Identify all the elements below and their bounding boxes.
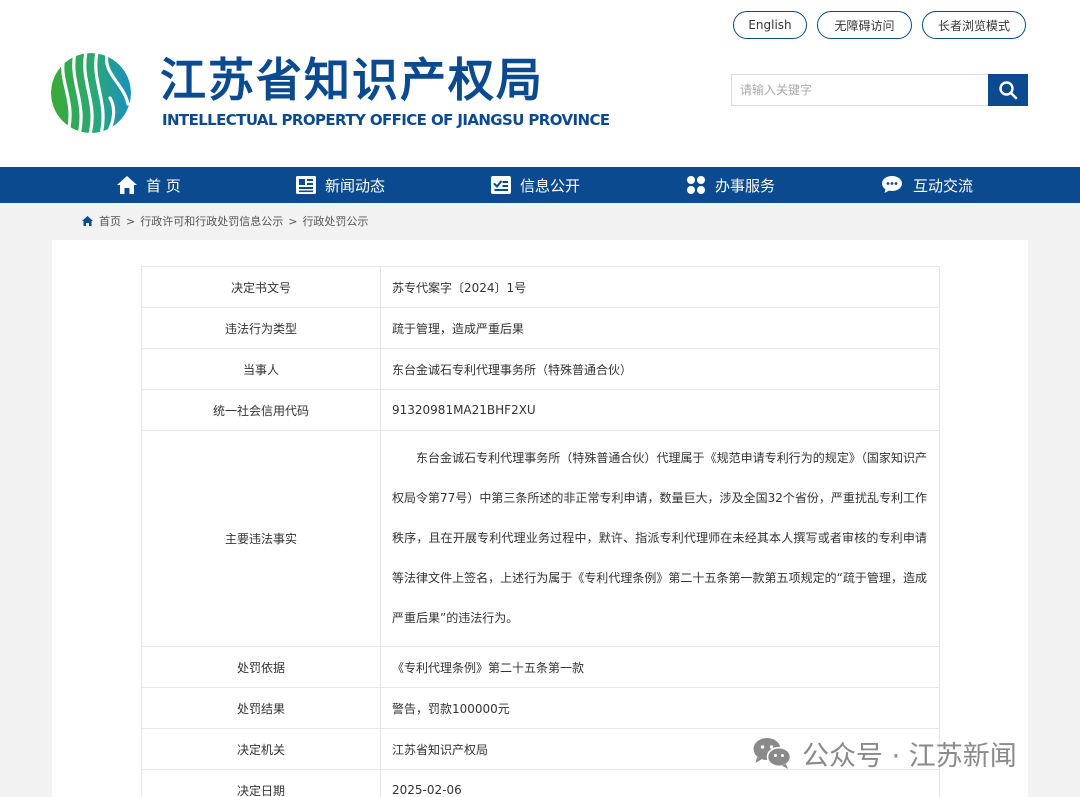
chat-icon — [882, 176, 902, 193]
search-bar — [731, 74, 1028, 106]
breadcrumb-separator: > — [288, 214, 298, 228]
penalty-info-table: 决定书文号 苏专代案字〔2024〕1号 违法行为类型 疏于管理，造成严重后果 当… — [141, 266, 940, 797]
row-label: 违法行为类型 — [141, 307, 381, 349]
info-icon — [491, 176, 511, 194]
site-header: 江苏省知识产权局 INTELLECTUAL PROPERTY OFFICE OF… — [0, 0, 1080, 167]
elder-mode-button[interactable]: 长者浏览模式 — [922, 11, 1026, 39]
accessibility-button[interactable]: 无障碍访问 — [817, 11, 912, 39]
table-row: 处罚依据 《专利代理条例》第二十五条第一款 — [141, 646, 940, 688]
nav-item-label: 首 页 — [146, 176, 181, 195]
row-value: 苏专代案字〔2024〕1号 — [380, 266, 940, 308]
row-label: 主要违法事实 — [141, 430, 381, 647]
breadcrumb-penalty[interactable]: 行政处罚公示 — [302, 213, 368, 229]
row-label: 处罚结果 — [141, 687, 381, 729]
row-label: 统一社会信用代码 — [141, 389, 381, 431]
nav-item-label: 办事服务 — [715, 176, 776, 195]
watermark: 公众号 · 江苏新闻 — [752, 736, 1017, 772]
news-icon — [296, 176, 316, 194]
home-icon — [117, 176, 137, 194]
table-row: 处罚结果 警告，罚款100000元 — [141, 687, 940, 729]
top-links: English 无障碍访问 长者浏览模式 — [733, 11, 1026, 39]
row-value: 东台金诚石专利代理事务所（特殊普通合伙） — [380, 348, 940, 390]
main-nav: 首 页 新闻动态 信息公开 办事服务 互动交流 — [0, 167, 1080, 203]
row-value: 警告，罚款100000元 — [380, 687, 940, 729]
site-logo[interactable] — [50, 52, 132, 134]
home-icon — [82, 216, 93, 226]
table-row: 主要违法事实 东台金诚石专利代理事务所（特殊普通合伙）代理属于《规范申请专利行为… — [141, 430, 940, 647]
row-value: 《专利代理条例》第二十五条第一款 — [380, 646, 940, 688]
row-value-facts: 东台金诚石专利代理事务所（特殊普通合伙）代理属于《规范申请专利行为的规定》（国家… — [380, 430, 940, 647]
row-value: 91320981MA21BHF2XU — [380, 389, 940, 431]
table-row: 当事人 东台金诚石专利代理事务所（特殊普通合伙） — [141, 348, 940, 390]
english-button[interactable]: English — [733, 11, 807, 39]
table-row: 决定日期 2025-02-06 — [141, 769, 940, 797]
nav-item-info[interactable]: 信息公开 — [490, 167, 580, 203]
row-value: 疏于管理，造成严重后果 — [380, 307, 940, 349]
breadcrumb-disclosure[interactable]: 行政许可和行政处罚信息公示 — [140, 213, 283, 229]
row-label: 处罚依据 — [141, 646, 381, 688]
nav-item-label: 互动交流 — [913, 176, 974, 195]
nav-item-service[interactable]: 办事服务 — [685, 167, 775, 203]
breadcrumb-home[interactable]: 首页 — [99, 213, 121, 229]
breadcrumb: 首页 > 行政许可和行政处罚信息公示 > 行政处罚公示 — [81, 212, 368, 230]
wechat-icon — [753, 738, 792, 769]
table-row: 违法行为类型 疏于管理，造成严重后果 — [141, 307, 940, 349]
breadcrumb-separator: > — [126, 214, 136, 228]
site-title: 江苏省知识产权局 — [160, 53, 544, 107]
row-value: 2025-02-06 — [380, 769, 940, 797]
watermark-text: 公众号 · 江苏新闻 — [802, 740, 1017, 772]
table-row: 统一社会信用代码 91320981MA21BHF2XU — [141, 389, 940, 431]
nav-item-home[interactable]: 首 页 — [116, 167, 181, 203]
service-icon — [687, 176, 705, 194]
nav-item-label: 信息公开 — [520, 176, 581, 195]
search-input[interactable] — [731, 74, 989, 106]
row-label: 决定机关 — [141, 728, 381, 770]
site-subtitle: INTELLECTUAL PROPERTY OFFICE OF JIANGSU … — [162, 111, 610, 129]
nav-item-news[interactable]: 新闻动态 — [295, 167, 385, 203]
row-label: 决定书文号 — [141, 266, 381, 308]
row-label: 当事人 — [141, 348, 381, 390]
nav-item-label: 新闻动态 — [325, 176, 386, 195]
nav-item-interaction[interactable]: 互动交流 — [881, 167, 973, 203]
table-row: 决定书文号 苏专代案字〔2024〕1号 — [141, 266, 940, 308]
search-icon — [999, 81, 1018, 100]
row-label: 决定日期 — [141, 769, 381, 797]
search-button[interactable] — [988, 74, 1028, 106]
